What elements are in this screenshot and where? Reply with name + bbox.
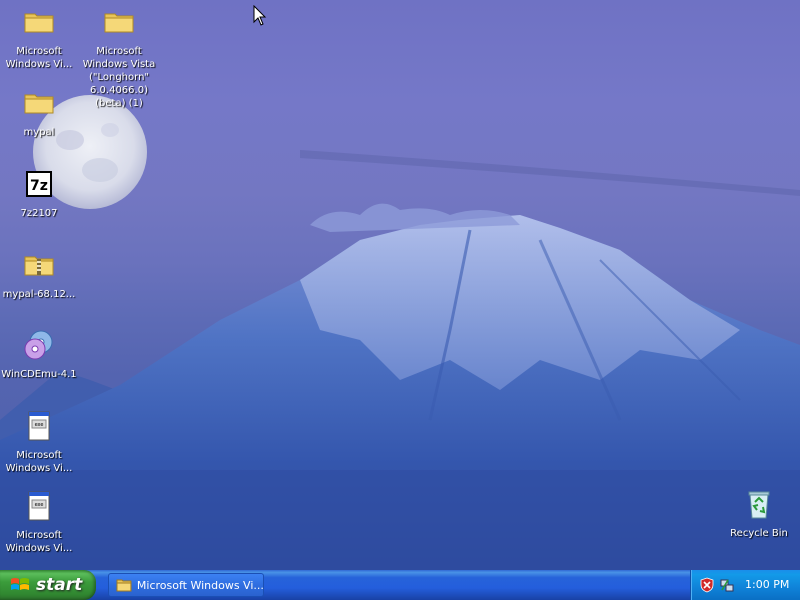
desktop-icon-label: mypal [23,127,55,138]
desktop-icon-label: Recycle Bin [730,528,788,539]
recycle-bin-icon [748,491,770,519]
desktop-icon-microsoft-windows-vi-document-1[interactable]: exe Microsoft Windows Vi... [0,410,78,475]
mouse-cursor-icon [253,5,267,26]
svg-text:exe: exe [35,502,44,508]
desktop-icon-label: Microsoft Windows Vi... [5,530,73,554]
desktop-icon-windows-vista-longhorn-folder[interactable]: Microsoft Windows Vista ("Longhorn" 6.0.… [80,6,158,110]
taskbar-window-label: Microsoft Windows Vi... [136,578,263,592]
folder-icon [104,13,134,33]
clock[interactable]: 1:00 PM [745,578,789,591]
desktop-icon-recycle-bin[interactable]: Recycle Bin [720,488,798,540]
desktop-icon-7z2107[interactable]: 7z 7z2107 [0,168,78,220]
desktop-icon-label: 7z2107 [20,208,58,219]
desktop-icon-label: Microsoft Windows Vi... [5,450,73,474]
desktop[interactable]: Microsoft Windows Vi... Microsoft Window… [0,0,800,570]
7zip-icon: 7z [26,171,52,197]
system-tray: 1:00 PM [690,570,800,600]
taskbar: start Microsoft Windows Vi... 1:00 PM [0,570,800,600]
security-alert-icon[interactable] [699,577,715,593]
desktop-icon-label: WinCDEmu-4.1 [1,369,77,380]
svg-text:exe: exe [35,422,44,428]
folder-icon [24,13,54,33]
desktop-icon-microsoft-windows-vi-document-2[interactable]: exe Microsoft Windows Vi... [0,490,78,555]
start-button[interactable]: start [0,570,96,600]
desktop-icon-wincdemu[interactable]: WinCDEmu-4.1 [0,329,78,381]
zip-folder-icon [24,256,54,276]
windows-logo-icon [11,578,29,590]
document-icon: exe [28,411,50,441]
desktop-icon-label: mypal-68.12... [2,289,76,300]
network-icon[interactable] [719,577,735,593]
svg-text:7z: 7z [30,178,48,194]
desktop-icon-microsoft-windows-vi-folder[interactable]: Microsoft Windows Vi... [0,6,78,71]
desktop-icon-label: Microsoft Windows Vista ("Longhorn" 6.0.… [82,46,156,109]
folder-icon [116,579,132,592]
desktop-icon-mypal-zip[interactable]: mypal-68.12... [0,249,78,301]
desktop-icon-label: Microsoft Windows Vi... [5,46,73,70]
folder-icon [24,94,54,114]
document-icon: exe [28,491,50,521]
cd-icon [24,330,53,360]
taskbar-window-button[interactable]: Microsoft Windows Vi... [108,573,264,597]
desktop-icon-mypal-folder[interactable]: mypal [0,87,78,139]
start-label: start [36,575,83,595]
